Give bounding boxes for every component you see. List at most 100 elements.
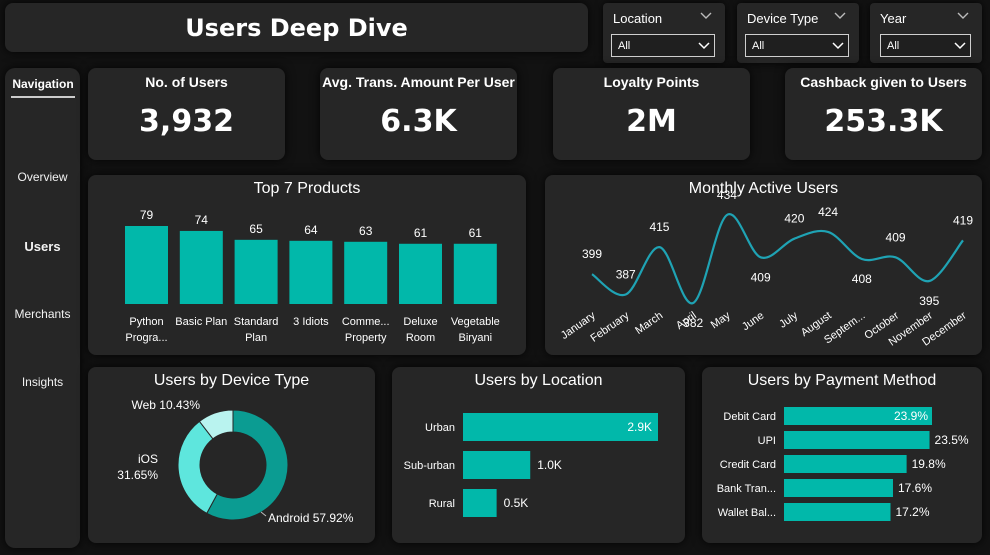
slice-label: iOS <box>138 452 158 466</box>
category-label: Python <box>129 316 163 328</box>
bar-value-label: 17.6% <box>898 481 932 495</box>
nav-item-overview[interactable]: Overview <box>5 170 80 184</box>
page-title: Users Deep Dive <box>185 13 408 42</box>
payment-method-chart: Users by Payment Method Debit Card 23.9% U… <box>702 367 982 543</box>
data-label: 415 <box>649 220 669 234</box>
data-label: 399 <box>582 247 602 261</box>
kpi-label: Avg. Trans. Amount Per User <box>322 74 515 90</box>
kpi-value: 3,932 <box>139 104 234 139</box>
location-filter-label: Location <box>613 11 663 26</box>
location-chart: Users by Location Urban 2.9K Sub-urban 1.0K… <box>392 367 685 543</box>
chevron-down-icon <box>954 42 966 50</box>
kpi-label: Loyalty Points <box>603 74 700 90</box>
category-label: 3 Idiots <box>293 316 329 328</box>
chevron-down-icon[interactable] <box>956 9 970 23</box>
category-label: Bank Tran... <box>717 483 776 495</box>
bar <box>784 455 907 473</box>
navigation-panel: Navigation Overview Users Merchants Insi… <box>5 68 80 548</box>
payment-method-plot: Debit Card 23.9% UPI 23.5% Credit Card 19.8% B… <box>717 407 969 521</box>
bar <box>179 230 223 304</box>
year-dropdown-value: All <box>887 40 900 52</box>
data-label: 409 <box>886 230 906 244</box>
monthly-active-users-plot: 399January387February415March 382April434… <box>559 188 974 349</box>
year-filter[interactable]: Year All <box>870 3 982 63</box>
bar-value-label: 74 <box>195 213 209 227</box>
month-label: June <box>740 310 766 334</box>
chevron-down-icon[interactable] <box>699 9 713 23</box>
kpi-card-loyalty: Loyalty Points 2M <box>553 68 750 160</box>
chevron-down-icon <box>698 42 710 50</box>
chevron-down-icon[interactable] <box>833 9 847 23</box>
device-type-dropdown[interactable]: All <box>745 34 849 57</box>
bar <box>784 431 930 449</box>
category-label: Progra... <box>125 332 167 344</box>
bar-value-label: 61 <box>469 226 483 240</box>
category-label: Plan <box>245 332 267 344</box>
month-label: July <box>777 309 800 330</box>
kpi-card-avg-trans: Avg. Trans. Amount Per User 6.3K <box>320 68 517 160</box>
bar <box>289 240 333 304</box>
month-label: May <box>709 309 733 331</box>
kpi-card-users: No. of Users 3,932 <box>88 68 285 160</box>
category-label: Vegetable <box>451 316 500 328</box>
category-label: Deluxe <box>403 316 437 328</box>
location-dropdown[interactable]: All <box>611 34 715 57</box>
device-type-chart: Users by Device Type Android 57.92% iOS 31… <box>88 367 375 543</box>
data-label: 419 <box>953 213 973 227</box>
bar-value-label: 0.5K <box>504 496 529 510</box>
data-label: 387 <box>616 268 636 282</box>
device-type-dropdown-value: All <box>752 40 765 52</box>
bar-value-label: 64 <box>304 223 318 237</box>
chevron-down-icon <box>832 42 844 50</box>
device-type-plot: Android 57.92% iOS 31.65% Web 10.43% <box>117 398 354 525</box>
location-plot: Urban 2.9K Sub-urban 1.0K Rural 0.5K <box>404 413 658 517</box>
category-label: Room <box>406 332 435 344</box>
slice-label: Web 10.43% <box>132 398 201 412</box>
category-label: Urban <box>425 422 455 434</box>
kpi-card-cashback: Cashback given to Users 253.3K <box>785 68 982 160</box>
category-label: Credit Card <box>720 459 776 471</box>
category-label: Comme... <box>342 316 390 328</box>
nav-item-users[interactable]: Users <box>5 239 80 254</box>
top-products-chart: Top 7 Products 79 Python Progra... 74 Basic … <box>88 175 526 355</box>
bar <box>399 243 442 304</box>
bar-value-label: 23.9% <box>894 409 928 423</box>
data-label: 409 <box>751 270 771 284</box>
title-card: Users Deep Dive <box>5 3 588 52</box>
category-label: Basic Plan <box>175 316 227 328</box>
bar-value-label: 65 <box>249 222 263 236</box>
bar <box>234 239 278 304</box>
slice-label: Android 57.92% <box>268 511 354 525</box>
location-filter[interactable]: Location All <box>603 3 725 63</box>
nav-item-insights[interactable]: Insights <box>5 375 80 389</box>
bar-value-label: 2.9K <box>627 420 652 434</box>
bar-value-label: 61 <box>414 226 428 240</box>
data-label: 424 <box>818 205 838 219</box>
data-label: 434 <box>717 188 737 202</box>
top-products-plot: 79 Python Progra... 74 Basic Plan 65 Standard P… <box>125 208 500 344</box>
kpi-value: 2M <box>626 104 677 139</box>
category-label: Rural <box>429 498 455 510</box>
bar <box>463 451 531 479</box>
nav-item-merchants[interactable]: Merchants <box>5 307 80 321</box>
device-type-filter[interactable]: Device Type All <box>737 3 859 63</box>
bar-value-label: 17.2% <box>896 505 930 519</box>
bar <box>453 243 497 304</box>
category-label: Biryani <box>458 332 492 344</box>
data-label: 408 <box>852 272 872 286</box>
month-label: February <box>588 309 631 344</box>
category-label: Wallet Bal... <box>718 507 776 519</box>
bar-value-label: 1.0K <box>537 458 562 472</box>
year-filter-label: Year <box>880 11 907 26</box>
bar <box>784 503 891 521</box>
kpi-label: Cashback given to Users <box>800 74 967 90</box>
category-label: UPI <box>758 435 776 447</box>
kpi-value: 253.3K <box>824 104 943 139</box>
data-label: 395 <box>919 294 939 308</box>
category-label: Debit Card <box>723 411 776 423</box>
kpi-value: 6.3K <box>380 104 457 139</box>
kpi-label: No. of Users <box>145 74 228 90</box>
year-dropdown[interactable]: All <box>880 34 971 57</box>
bar <box>784 479 893 497</box>
device-type-filter-label: Device Type <box>747 11 819 26</box>
